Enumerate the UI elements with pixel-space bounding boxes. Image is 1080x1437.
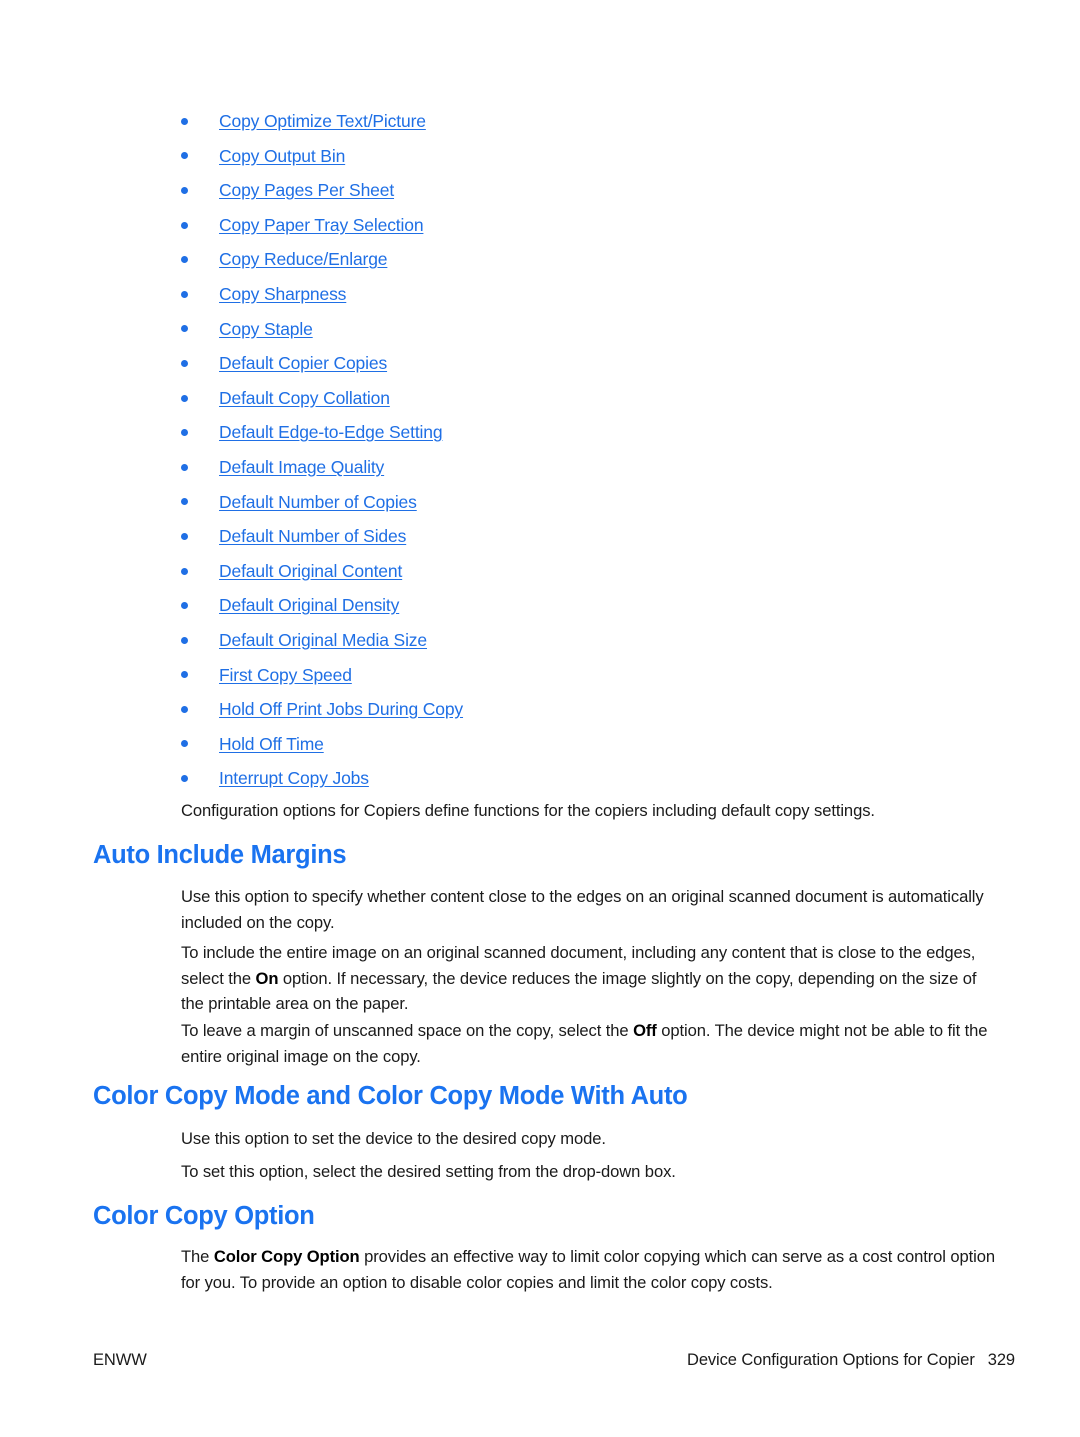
- bullet-icon: [181, 567, 188, 575]
- bullet-icon: [181, 775, 188, 783]
- cross-reference-link[interactable]: Hold Off Print Jobs During Copy: [219, 699, 463, 719]
- paragraph-text-lead: The: [181, 1247, 214, 1266]
- list-item: First Copy Speed: [0, 658, 1080, 693]
- list-item: Default Original Density: [0, 588, 1080, 623]
- cross-reference-link[interactable]: Copy Sharpness: [219, 284, 346, 304]
- cross-reference-link[interactable]: Copy Pages Per Sheet: [219, 180, 394, 200]
- list-item: Interrupt Copy Jobs: [0, 761, 1080, 796]
- auto-include-margins-paragraph-3: To leave a margin of unscanned space on …: [181, 1018, 999, 1069]
- bullet-icon: [181, 117, 188, 125]
- list-item: Copy Pages Per Sheet: [0, 173, 1080, 208]
- cross-reference-link[interactable]: Default Original Media Size: [219, 630, 427, 650]
- footer-section-title: Device Configuration Options for Copier: [687, 1350, 975, 1369]
- cross-reference-link[interactable]: Default Original Content: [219, 561, 402, 581]
- list-item: Default Image Quality: [0, 450, 1080, 485]
- paragraph-text-lead: To leave a margin of unscanned space on …: [181, 1021, 634, 1040]
- paragraph-text-tail: option. If necessary, the device reduces…: [181, 968, 977, 1014]
- list-item: Copy Paper Tray Selection: [0, 208, 1080, 243]
- list-item: Default Number of Copies: [0, 485, 1080, 520]
- bullet-icon: [181, 325, 188, 333]
- emphasis-on: On: [255, 968, 279, 988]
- emphasis-off: Off: [633, 1021, 657, 1040]
- cross-reference-link[interactable]: Copy Optimize Text/Picture: [219, 111, 426, 131]
- cross-reference-link[interactable]: Default Copier Copies: [219, 353, 387, 373]
- cross-reference-link[interactable]: Hold Off Time: [219, 734, 324, 754]
- bullet-icon: [181, 636, 188, 644]
- list-item: Copy Staple: [0, 312, 1080, 347]
- bullet-icon: [181, 671, 188, 679]
- section-heading-auto-include-margins: Auto Include Margins: [93, 841, 347, 869]
- cross-reference-link[interactable]: Copy Staple: [219, 319, 313, 339]
- list-item: Default Copier Copies: [0, 346, 1080, 381]
- list-item: Default Original Media Size: [0, 623, 1080, 658]
- list-item: Default Original Content: [0, 554, 1080, 589]
- bullet-icon: [181, 290, 188, 298]
- bullet-icon: [181, 221, 188, 229]
- bullet-icon: [181, 740, 188, 748]
- list-item: Copy Sharpness: [0, 277, 1080, 312]
- bullet-icon: [181, 394, 188, 402]
- color-copy-mode-paragraph-1: Use this option to set the device to the…: [181, 1129, 606, 1148]
- cross-reference-link[interactable]: Default Edge-to-Edge Setting: [219, 422, 443, 442]
- section-heading-color-copy-mode: Color Copy Mode and Color Copy Mode With…: [93, 1082, 688, 1110]
- bullet-icon: [181, 152, 188, 160]
- list-item: Default Copy Collation: [0, 381, 1080, 416]
- intro-paragraph: Configuration options for Copiers define…: [181, 801, 875, 820]
- list-item: Copy Output Bin: [0, 139, 1080, 174]
- auto-include-margins-paragraph-2: To include the entire image on an origin…: [181, 940, 999, 1017]
- cross-reference-link[interactable]: Default Original Density: [219, 595, 399, 615]
- list-item: Default Edge-to-Edge Setting: [0, 415, 1080, 450]
- color-copy-mode-paragraph-2: To set this option, select the desired s…: [181, 1162, 676, 1181]
- bullet-icon: [181, 463, 188, 471]
- emphasis-color-copy-option: Color Copy Option: [213, 1247, 360, 1266]
- bullet-icon: [181, 429, 188, 437]
- cross-reference-link[interactable]: Copy Reduce/Enlarge: [219, 249, 388, 269]
- copier-options-link-list: Copy Optimize Text/Picture Copy Output Bi…: [0, 104, 1080, 796]
- footer-right-group: Device Configuration Options for Copier …: [687, 1351, 1015, 1370]
- cross-reference-link[interactable]: First Copy Speed: [219, 665, 352, 685]
- bullet-icon: [181, 256, 188, 264]
- cross-reference-link[interactable]: Interrupt Copy Jobs: [219, 768, 369, 788]
- cross-reference-link[interactable]: Copy Output Bin: [219, 146, 345, 166]
- list-item: Copy Optimize Text/Picture: [0, 104, 1080, 139]
- color-copy-option-paragraph-1: The Color Copy Option provides an effect…: [181, 1244, 999, 1295]
- cross-reference-link[interactable]: Default Image Quality: [219, 457, 384, 477]
- cross-reference-link[interactable]: Copy Paper Tray Selection: [219, 215, 424, 235]
- bullet-icon: [181, 705, 188, 713]
- page-footer: ENWW Device Configuration Options for Co…: [93, 1348, 1015, 1372]
- cross-reference-link[interactable]: Default Copy Collation: [219, 388, 390, 408]
- list-item: Hold Off Time: [0, 727, 1080, 762]
- section-heading-color-copy-option: Color Copy Option: [93, 1202, 315, 1230]
- bullet-icon: [181, 186, 188, 194]
- bullet-icon: [181, 532, 188, 540]
- document-page: Copy Optimize Text/Picture Copy Output Bi…: [0, 0, 1080, 1437]
- bullet-icon: [181, 498, 188, 506]
- list-item: Hold Off Print Jobs During Copy: [0, 692, 1080, 727]
- footer-page-number: 329: [987, 1350, 1015, 1369]
- auto-include-margins-paragraph-1: Use this option to specify whether conte…: [181, 887, 984, 932]
- footer-locale-code: ENWW: [93, 1350, 147, 1369]
- bullet-icon: [181, 602, 188, 610]
- cross-reference-link[interactable]: Default Number of Copies: [219, 492, 417, 512]
- cross-reference-link[interactable]: Default Number of Sides: [219, 526, 406, 546]
- bullet-icon: [181, 359, 188, 367]
- list-item: Default Number of Sides: [0, 519, 1080, 554]
- list-item: Copy Reduce/Enlarge: [0, 242, 1080, 277]
